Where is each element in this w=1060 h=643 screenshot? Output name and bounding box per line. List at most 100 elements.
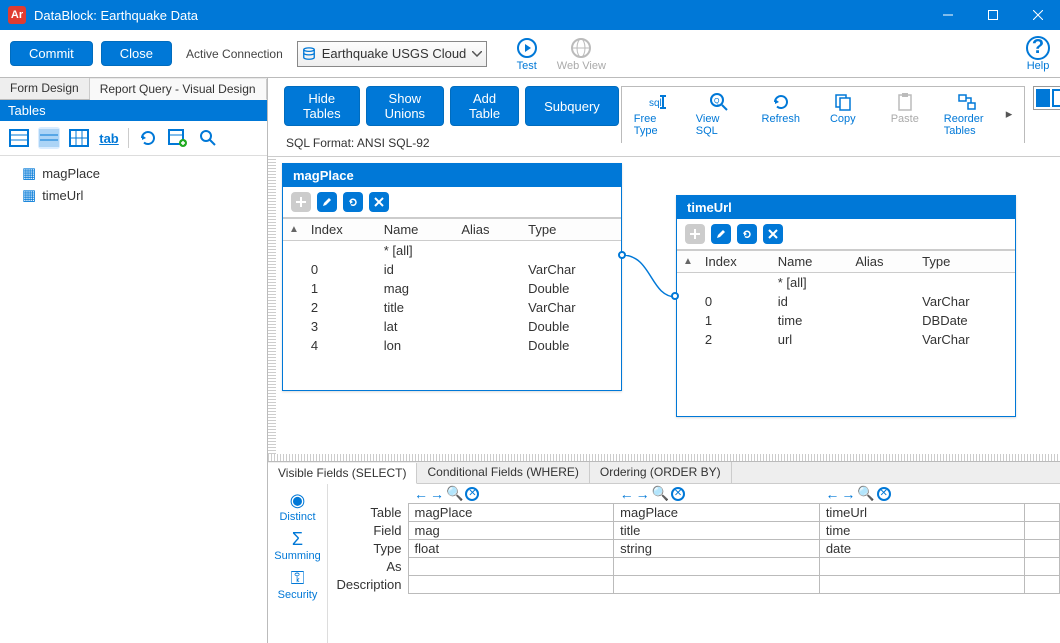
query-canvas[interactable]: magPlace ▲ Index Name Alias Type <box>268 157 1060 454</box>
join-endpoint[interactable] <box>618 251 626 259</box>
col-type[interactable]: Type <box>522 219 621 241</box>
move-left-icon[interactable]: ← <box>620 486 634 502</box>
show-unions-button[interactable]: Show Unions <box>366 86 444 126</box>
grid-cell[interactable] <box>1025 576 1060 594</box>
table-row[interactable]: 1magDouble <box>283 279 621 298</box>
summing-button[interactable]: ΣSumming <box>274 529 320 562</box>
remove-col-icon[interactable]: ✕ <box>877 487 891 501</box>
view-tab-icon[interactable]: tab <box>98 127 120 149</box>
grid-cell[interactable] <box>614 558 820 576</box>
card-close-icon[interactable] <box>763 224 783 244</box>
grid-cell[interactable] <box>1025 522 1060 540</box>
layout-thumbs[interactable] <box>1033 86 1060 110</box>
grid-cell[interactable] <box>408 558 614 576</box>
tab-form-design[interactable]: Form Design <box>0 78 90 99</box>
table-card-timeurl[interactable]: timeUrl ▲ Index Name Alias Type <box>676 195 1016 417</box>
col-alias[interactable]: Alias <box>849 251 916 273</box>
horizontal-splitter[interactable] <box>268 454 1060 461</box>
table-row[interactable]: 3latDouble <box>283 317 621 336</box>
grid-cell[interactable]: magPlace <box>408 504 614 522</box>
grid-cell[interactable] <box>819 558 1025 576</box>
card-refresh-icon[interactable] <box>343 192 363 212</box>
zoom-icon[interactable]: 🔍 <box>857 485 874 502</box>
table-card-magplace[interactable]: magPlace ▲ Index Name Alias Type <box>282 163 622 391</box>
card-edit-icon[interactable] <box>317 192 337 212</box>
connection-dropdown[interactable]: Earthquake USGS Cloud Conn <box>297 41 487 67</box>
zoom-icon[interactable]: 🔍 <box>652 485 669 502</box>
table-row[interactable]: 2urlVarChar <box>677 330 1015 349</box>
remove-col-icon[interactable]: ✕ <box>465 487 479 501</box>
grid-cell[interactable]: float <box>408 540 614 558</box>
zoom-icon[interactable]: 🔍 <box>446 485 463 502</box>
grid-cell[interactable]: string <box>614 540 820 558</box>
card-add-icon[interactable] <box>685 224 705 244</box>
grid-cell[interactable]: date <box>819 540 1025 558</box>
remove-col-icon[interactable]: ✕ <box>671 487 685 501</box>
move-right-icon[interactable]: → <box>636 486 650 502</box>
grid-cell[interactable]: mag <box>408 522 614 540</box>
join-endpoint[interactable] <box>671 292 679 300</box>
distinct-button[interactable]: ◉Distinct <box>279 490 315 523</box>
grid-cell[interactable]: time <box>819 522 1025 540</box>
grid-cell[interactable] <box>1025 504 1060 522</box>
grid-cell[interactable] <box>1025 540 1060 558</box>
card-close-icon[interactable] <box>369 192 389 212</box>
table-row[interactable]: 0idVarChar <box>677 292 1015 311</box>
col-index[interactable]: Index <box>305 219 378 241</box>
close-panel-button[interactable]: Close <box>101 41 172 66</box>
refresh-button[interactable]: Refresh <box>758 91 804 137</box>
close-button[interactable] <box>1015 0 1060 30</box>
table-row[interactable]: 1timeDBDate <box>677 311 1015 330</box>
add-table-button[interactable]: Add Table <box>450 86 519 126</box>
grid-cell[interactable] <box>408 576 614 594</box>
card-add-icon[interactable] <box>291 192 311 212</box>
table-row[interactable]: * [all] <box>283 241 621 261</box>
view-grid-icon[interactable] <box>8 127 30 149</box>
table-row[interactable]: 2titleVarChar <box>283 298 621 317</box>
table-row[interactable]: * [all] <box>677 273 1015 293</box>
col-type[interactable]: Type <box>916 251 1015 273</box>
table-row[interactable]: 0idVarChar <box>283 260 621 279</box>
tree-item-timeurl[interactable]: ▦ timeUrl <box>0 184 267 206</box>
more-actions-arrow[interactable]: ▸ <box>1006 106 1013 122</box>
minimize-button[interactable] <box>925 0 970 30</box>
copy-button[interactable]: Copy <box>820 91 866 137</box>
tab-report-query[interactable]: Report Query - Visual Design <box>90 79 267 100</box>
hide-tables-button[interactable]: Hide Tables <box>284 86 360 126</box>
col-alias[interactable]: Alias <box>455 219 522 241</box>
card-refresh-icon[interactable] <box>737 224 757 244</box>
grid-cell[interactable]: magPlace <box>614 504 820 522</box>
tab-visible-fields[interactable]: Visible Fields (SELECT) <box>268 463 417 484</box>
tree-item-magplace[interactable]: ▦ magPlace <box>0 162 267 184</box>
sort-icon[interactable]: ▲ <box>677 251 699 273</box>
view-grid-filled-icon[interactable] <box>38 127 60 149</box>
view-table-icon[interactable] <box>68 127 90 149</box>
grid-cell[interactable] <box>1025 558 1060 576</box>
subquery-button[interactable]: Subquery <box>525 86 619 126</box>
card-edit-icon[interactable] <box>711 224 731 244</box>
help-button[interactable]: ? Help <box>1026 36 1050 72</box>
tab-ordering[interactable]: Ordering (ORDER BY) <box>590 462 732 483</box>
grid-cell[interactable]: timeUrl <box>819 504 1025 522</box>
move-left-icon[interactable]: ← <box>414 486 428 502</box>
security-button[interactable]: ⚿Security <box>278 568 318 601</box>
col-name[interactable]: Name <box>378 219 456 241</box>
refresh-tables-icon[interactable] <box>137 127 159 149</box>
move-right-icon[interactable]: → <box>430 486 444 502</box>
grid-cell[interactable]: title <box>614 522 820 540</box>
tab-conditional-fields[interactable]: Conditional Fields (WHERE) <box>417 462 589 483</box>
move-left-icon[interactable]: ← <box>825 486 839 502</box>
col-index[interactable]: Index <box>699 251 772 273</box>
commit-button[interactable]: Commit <box>10 41 93 66</box>
test-button[interactable]: Test <box>515 36 539 72</box>
search-tables-icon[interactable] <box>197 127 219 149</box>
view-sql-button[interactable]: Q View SQL <box>696 91 742 137</box>
sort-icon[interactable]: ▲ <box>283 219 305 241</box>
table-row[interactable]: 4lonDouble <box>283 336 621 355</box>
reorder-tables-button[interactable]: Reorder Tables <box>944 91 990 137</box>
free-type-button[interactable]: sql Free Type <box>634 91 680 137</box>
grid-cell[interactable] <box>614 576 820 594</box>
canvas-drag-handle[interactable] <box>268 157 276 454</box>
col-name[interactable]: Name <box>772 251 850 273</box>
add-table-icon[interactable] <box>167 127 189 149</box>
